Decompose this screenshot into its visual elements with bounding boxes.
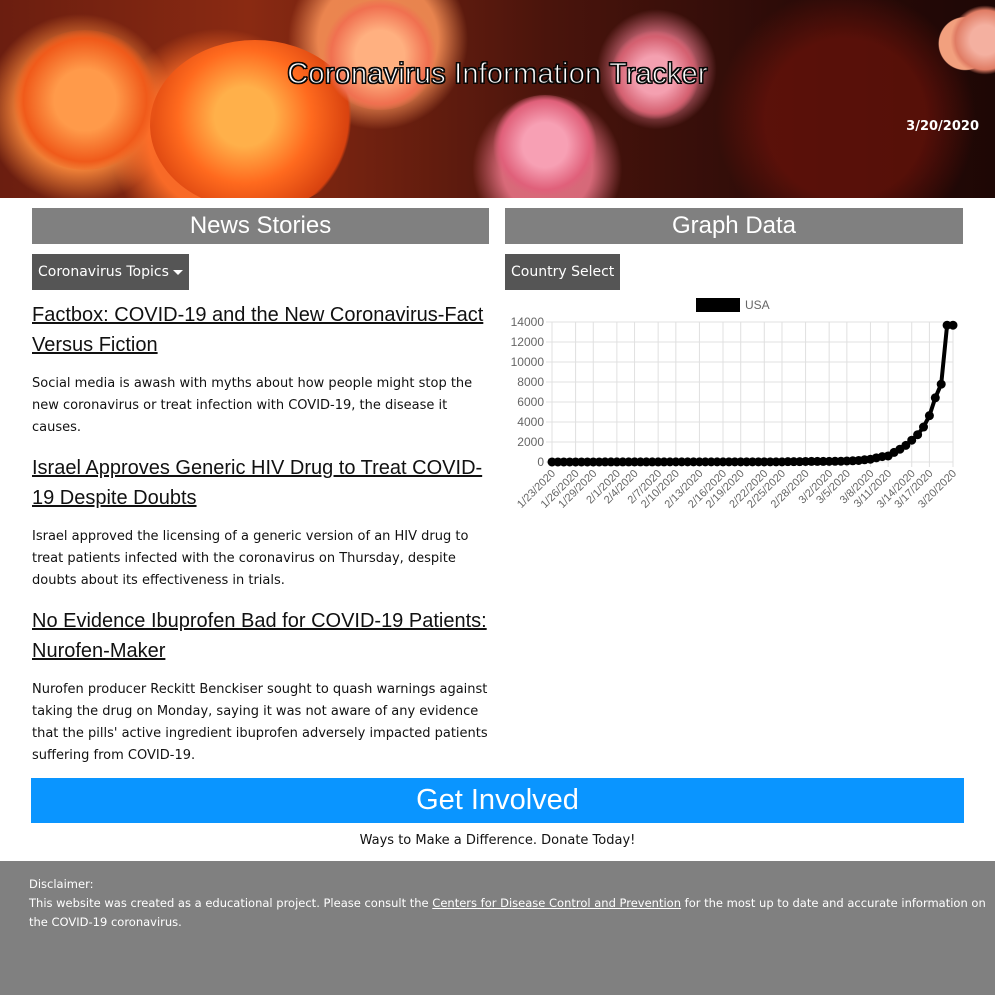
current-date: 3/20/2020 — [906, 119, 979, 134]
topics-dropdown[interactable]: Coronavirus Topics — [32, 254, 189, 290]
y-tick-label: 12000 — [511, 335, 545, 349]
disclaimer-text-start: This website was created as a educationa… — [29, 896, 433, 910]
news-story-summary: Nurofen producer Reckitt Benckiser sough… — [32, 682, 488, 763]
topics-dropdown-label: Coronavirus Topics — [38, 264, 169, 280]
news-story: Israel Approves Generic HIV Drug to Trea… — [32, 453, 489, 592]
news-story: Factbox: COVID-19 and the New Coronaviru… — [32, 300, 489, 439]
data-point — [936, 379, 946, 389]
cases-line-chart: USA020004000600080001000012000140001/23/… — [511, 298, 959, 511]
footer: Disclaimer: This website was created as … — [0, 861, 995, 995]
news-story: No Evidence Ibuprofen Bad for COVID-19 P… — [32, 606, 489, 767]
get-involved-button[interactable]: Get Involved — [31, 778, 964, 823]
country-select-dropdown[interactable]: Country Select — [505, 254, 621, 290]
disclaimer-text: This website was created as a educationa… — [29, 894, 995, 932]
caret-down-icon — [172, 269, 183, 275]
get-involved-subtitle: Ways to Make a Difference. Donate Today! — [359, 833, 636, 848]
data-point — [919, 422, 929, 432]
y-tick-label: 0 — [537, 455, 544, 469]
news-story-summary: Social media is awash with myths about h… — [32, 376, 473, 435]
virus-image — [320, 0, 440, 110]
news-story-title[interactable]: No Evidence Ibuprofen Bad for COVID-19 P… — [32, 606, 489, 666]
legend-swatch — [696, 298, 740, 312]
data-point — [948, 320, 958, 330]
virus-image — [490, 95, 600, 195]
site-title: Coronavirus Information Tracker — [287, 58, 708, 91]
news-heading: News Stories — [32, 208, 489, 244]
graph-section: Graph Data Country Select USA 0 2000 4000 60… — [505, 208, 963, 511]
news-story-summary: Israel approved the licensing of a gener… — [32, 529, 469, 588]
header-banner: Coronavirus Information Tracker 3/20/202… — [0, 0, 995, 198]
data-point — [913, 430, 923, 440]
news-story-title[interactable]: Israel Approves Generic HIV Drug to Trea… — [32, 453, 489, 513]
y-tick-label: 2000 — [517, 435, 544, 449]
data-point — [924, 411, 934, 421]
cdc-link[interactable]: Centers for Disease Control and Preventi… — [432, 896, 681, 910]
news-story-title[interactable]: Factbox: COVID-19 and the New Coronaviru… — [32, 300, 489, 360]
y-tick-label: 8000 — [517, 375, 544, 389]
disclaimer-label: Disclaimer: — [29, 877, 94, 891]
legend-label: USA — [745, 298, 770, 312]
data-point — [930, 393, 940, 403]
y-tick-label: 4000 — [517, 415, 544, 429]
y-tick-label: 6000 — [517, 395, 544, 409]
news-section: News Stories Coronavirus Topics Factbox:… — [32, 208, 489, 767]
series-line-usa — [552, 323, 953, 464]
y-tick-label: 10000 — [511, 355, 545, 369]
graph-heading: Graph Data — [505, 208, 963, 244]
virus-image — [10, 30, 160, 170]
y-tick-label: 14000 — [511, 315, 545, 329]
